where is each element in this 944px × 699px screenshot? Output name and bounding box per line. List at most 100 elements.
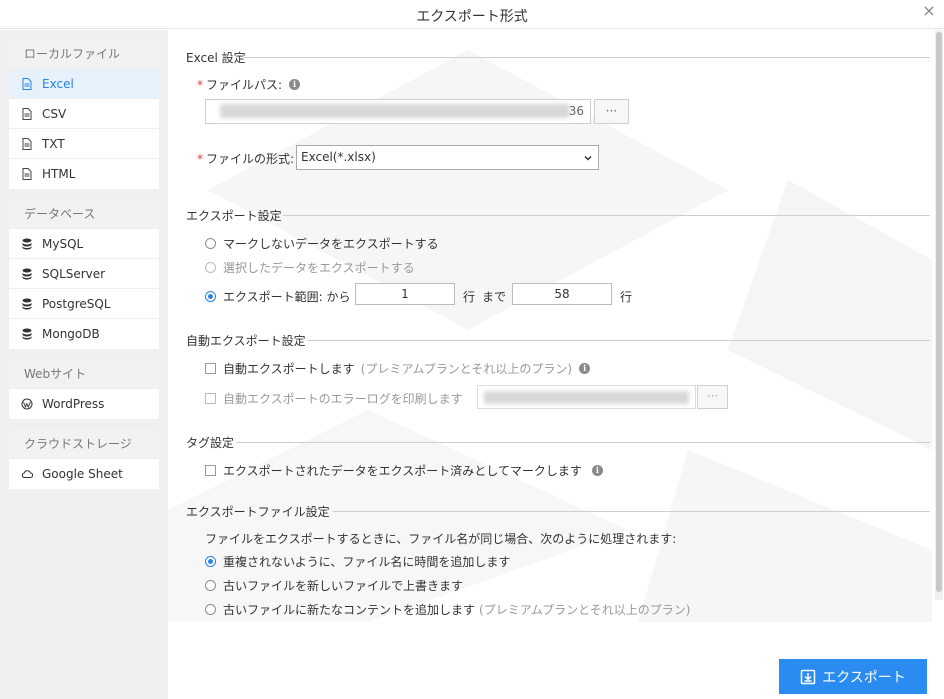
range-to-input[interactable]: 58 xyxy=(512,283,612,305)
checkbox[interactable] xyxy=(205,363,216,374)
close-icon[interactable]: × xyxy=(920,2,938,20)
sidebar-item-wordpress[interactable]: WordPress xyxy=(9,389,159,419)
section-divider xyxy=(236,442,930,443)
sidebar-item-label: MySQL xyxy=(42,236,84,251)
radio-overwrite[interactable]: 古いファイルを新しいファイルで上書きます xyxy=(205,577,463,594)
radio-export-selected[interactable]: 選択したデータをエクスポートする xyxy=(205,259,415,276)
database-icon xyxy=(21,328,33,340)
radio-add-time[interactable]: 重複されないように、ファイル名に時間を追加します xyxy=(205,553,510,570)
radio-append[interactable]: 古いファイルに新たなコンテントを追加します (プレミアムプランとそれ以上のプラン… xyxy=(205,601,690,618)
section-title-label: タグ設定 xyxy=(186,436,235,450)
section-file-settings: エクスポートファイル設定 xyxy=(186,503,930,520)
sidebar-group-header: データベース xyxy=(9,199,159,229)
sidebar-item-label: TXT xyxy=(42,136,65,151)
checkbox-label: 自動エクスポートします xyxy=(223,362,355,376)
radio-button[interactable] xyxy=(205,238,216,249)
sidebar-item-label: Google Sheet xyxy=(42,467,123,481)
browse-button[interactable]: ··· xyxy=(594,99,629,124)
checkbox-label: エクスポートされたデータをエクスポート済みとしてマークします xyxy=(223,464,582,478)
cloud-icon xyxy=(21,468,33,480)
radio-button[interactable] xyxy=(205,291,216,302)
file-icon xyxy=(21,168,33,180)
sidebar-group-database: データベース MySQL SQLServer PostgreSQL MongoD… xyxy=(9,199,159,349)
redacted-path xyxy=(220,104,570,118)
sidebar-item-label: CSV xyxy=(42,106,67,121)
section-divider xyxy=(333,511,930,512)
info-icon[interactable]: i xyxy=(289,79,301,90)
sidebar-item-csv[interactable]: CSV xyxy=(9,99,159,129)
error-log-browse-button[interactable]: ··· xyxy=(697,385,728,409)
radio-label: 重複されないように、ファイル名に時間を追加します xyxy=(223,555,511,569)
sidebar-item-label: SQLServer xyxy=(42,266,106,281)
radio-button[interactable] xyxy=(205,556,216,567)
sidebar-item-excel[interactable]: Excel xyxy=(9,69,159,99)
sidebar-item-label: WordPress xyxy=(42,397,105,411)
sidebar-item-mysql[interactable]: MySQL xyxy=(9,229,159,259)
required-marker: * xyxy=(197,77,203,92)
section-title-label: エクスポート設定 xyxy=(186,209,282,223)
sidebar-item-google-sheet[interactable]: Google Sheet xyxy=(9,459,159,489)
sidebar-group-header: クラウドストレージ xyxy=(9,429,159,459)
radio-button[interactable] xyxy=(205,262,216,273)
row-label: 行 xyxy=(620,290,633,304)
radio-label: エクスポート範囲: から xyxy=(223,290,351,304)
info-icon[interactable]: i xyxy=(591,465,603,476)
database-icon xyxy=(21,268,33,280)
title-bar: エクスポート形式 × xyxy=(0,0,944,29)
chevron-down-icon xyxy=(584,155,592,161)
main-panel: Excel 設定 * ファイルパス: i 36 ··· * ファイルの形式: E… xyxy=(168,30,944,699)
checkbox-label: 自動エクスポートのエラーログを印刷します xyxy=(223,392,463,406)
sidebar-item-txt[interactable]: TXT xyxy=(9,129,159,159)
sidebar-item-label: PostgreSQL xyxy=(42,296,111,311)
export-button-label: エクスポート xyxy=(822,669,906,686)
sidebar-item-label: HTML xyxy=(42,167,76,181)
radio-export-unmarked[interactable]: マークしないデータをエクスポートする xyxy=(205,235,439,252)
sidebar-item-html[interactable]: HTML xyxy=(9,159,159,189)
error-log-path-input[interactable] xyxy=(477,385,696,409)
radio-label: 選択したデータをエクスポートする xyxy=(223,261,415,275)
radio-export-range[interactable]: エクスポート範囲: から xyxy=(205,288,351,305)
scrollbar-thumb[interactable] xyxy=(936,32,942,592)
file-path-label-row: * ファイルパス: i xyxy=(197,76,301,93)
download-icon xyxy=(800,669,816,684)
database-icon xyxy=(21,298,33,310)
section-export-settings: エクスポート設定 xyxy=(186,207,930,224)
sidebar-item-label: Excel xyxy=(42,76,74,91)
wordpress-icon xyxy=(21,398,33,410)
section-divider xyxy=(283,215,930,216)
premium-note: (プレミアムプランとそれ以上のプラン) xyxy=(360,362,573,376)
file-path-input[interactable]: 36 xyxy=(205,99,591,124)
file-icon xyxy=(21,77,33,90)
file-format-select[interactable]: Excel(*.xlsx) xyxy=(296,145,599,170)
section-divider xyxy=(244,57,930,58)
section-tag-settings: タグ設定 xyxy=(186,434,930,451)
info-icon[interactable]: i xyxy=(579,363,591,374)
export-button[interactable]: エクスポート xyxy=(779,659,927,694)
checkbox[interactable] xyxy=(205,465,216,476)
checkbox[interactable] xyxy=(205,393,216,404)
sidebar-item-sqlserver[interactable]: SQLServer xyxy=(9,259,159,289)
sidebar-item-mongodb[interactable]: MongoDB xyxy=(9,319,159,349)
checkbox-error-log[interactable]: 自動エクスポートのエラーログを印刷します xyxy=(205,390,463,407)
radio-label: 古いファイルに新たなコンテントを追加します xyxy=(223,603,476,617)
row-label: 行 xyxy=(463,290,476,304)
sidebar-item-postgresql[interactable]: PostgreSQL xyxy=(9,289,159,319)
sidebar-group-cloud-storage: クラウドストレージ Google Sheet xyxy=(9,429,159,489)
radio-label: マークしないデータをエクスポートする xyxy=(223,237,439,251)
settings-content: Excel 設定 * ファイルパス: i 36 ··· * ファイルの形式: E… xyxy=(168,30,932,622)
radio-button[interactable] xyxy=(205,580,216,591)
sidebar-item-label: MongoDB xyxy=(42,327,100,341)
redacted-path xyxy=(484,391,689,404)
radio-button[interactable] xyxy=(205,604,216,615)
section-title-label: エクスポートファイル設定 xyxy=(186,505,330,519)
radio-label: 古いファイルを新しいファイルで上書きます xyxy=(223,579,464,593)
scrollbar[interactable] xyxy=(935,30,943,600)
database-icon xyxy=(21,238,33,250)
section-excel-settings: Excel 設定 xyxy=(186,49,930,66)
sidebar-group-local-files: ローカルファイル Excel CSV TXT HTML xyxy=(9,39,159,189)
checkbox-auto-export[interactable]: 自動エクスポートします (プレミアムプランとそれ以上のプラン) i xyxy=(205,360,591,377)
file-path-suffix: 36 xyxy=(568,104,584,118)
checkbox-mark-exported[interactable]: エクスポートされたデータをエクスポート済みとしてマークします i xyxy=(205,462,603,479)
range-from-input[interactable]: 1 xyxy=(355,283,455,305)
file-settings-description: ファイルをエクスポートするときに、ファイル名が同じ場合、次のように処理されます: xyxy=(205,532,677,546)
